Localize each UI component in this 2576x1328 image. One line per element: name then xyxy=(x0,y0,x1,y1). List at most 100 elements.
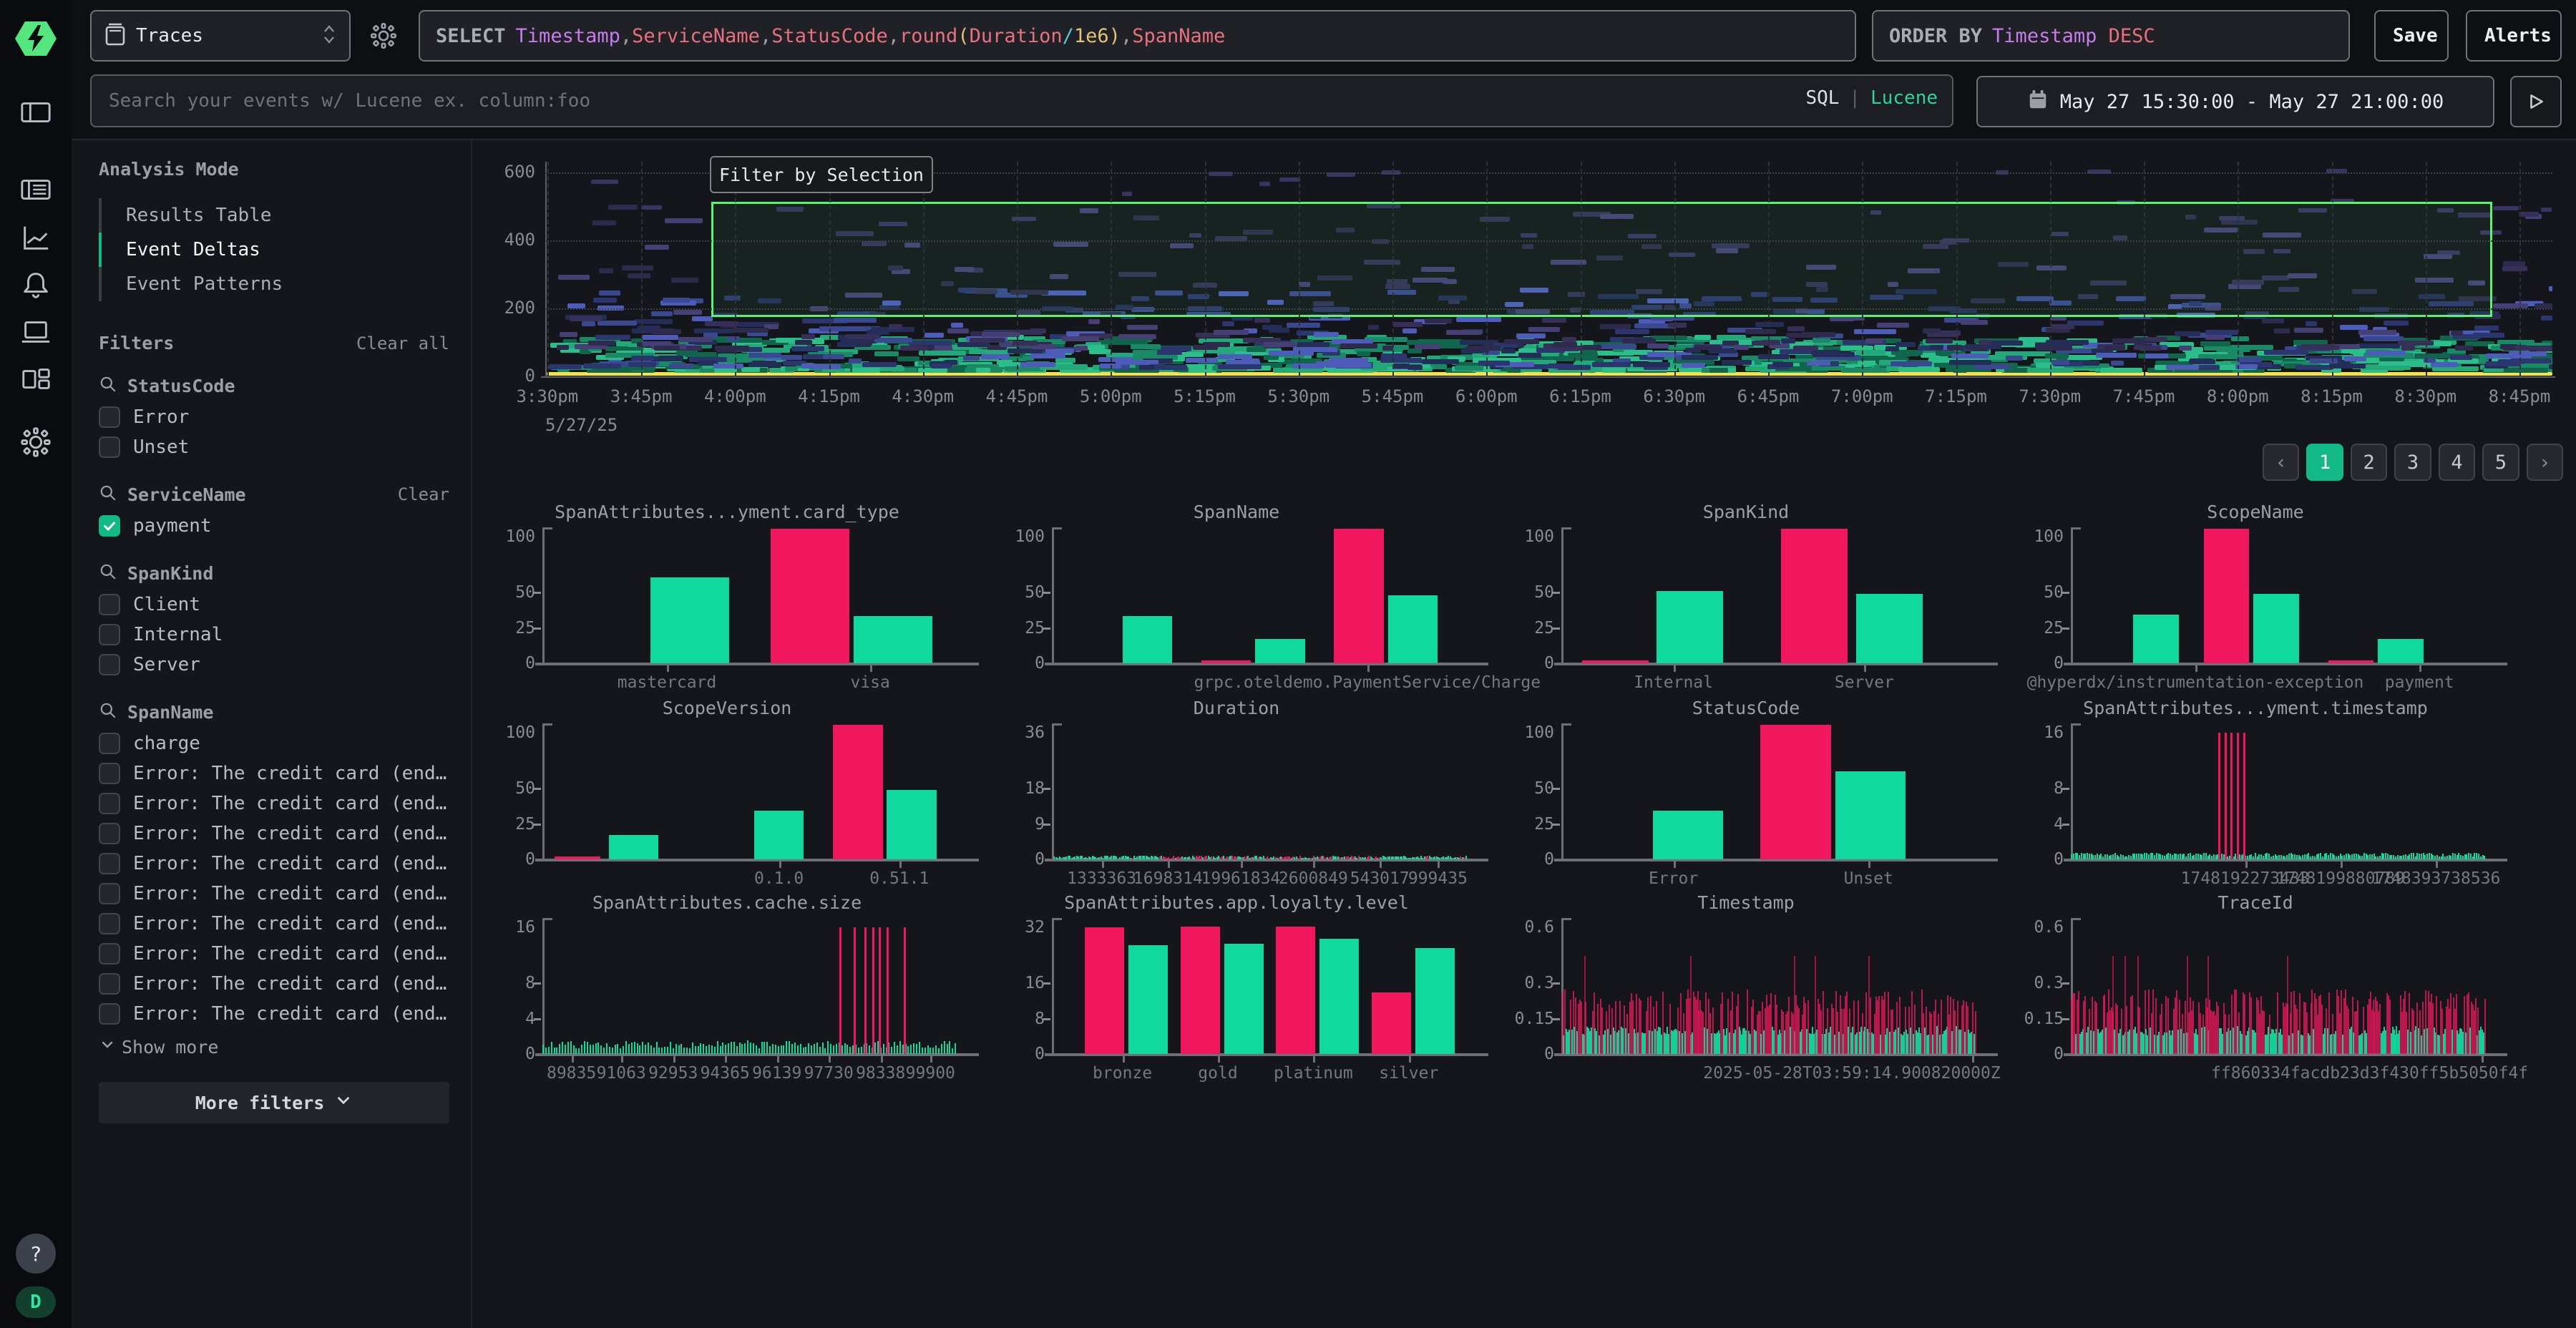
noise-bar xyxy=(2446,856,2448,859)
spike-red xyxy=(2207,956,2209,1054)
mini-chart-timestamp: Timestamp0.60.30.1502025-05-28T03:59:14.… xyxy=(1496,892,1996,1084)
pagination-page-4[interactable]: 4 xyxy=(2439,444,2475,481)
checkbox[interactable] xyxy=(99,883,120,904)
filter-option[interactable]: Internal xyxy=(99,620,449,650)
checkbox[interactable] xyxy=(99,1003,120,1025)
bar-red xyxy=(1181,927,1220,1054)
noise-bar xyxy=(2250,854,2252,859)
filter-option[interactable]: Error xyxy=(99,402,449,432)
x-tick-label: 4:15pm xyxy=(798,386,860,406)
bar-green xyxy=(887,790,937,859)
sessions-icon[interactable] xyxy=(19,315,53,349)
filter-option[interactable]: Client xyxy=(99,590,449,620)
logs-icon[interactable] xyxy=(19,173,53,208)
filter-option[interactable]: Error: The credit card (end… xyxy=(99,969,449,999)
filter-groups: StatusCodeErrorUnsetServiceNameClearpaym… xyxy=(99,375,449,1029)
pagination-page-5[interactable]: 5 xyxy=(2482,444,2519,481)
pagination-page-3[interactable]: 3 xyxy=(2394,444,2431,481)
noise-bar xyxy=(2298,855,2300,859)
analysis-mode-item-event-deltas[interactable]: Event Deltas xyxy=(99,233,449,267)
filter-option[interactable]: Error: The credit card (end… xyxy=(99,999,449,1029)
filter-option[interactable]: Server xyxy=(99,650,449,680)
heatmap-cell xyxy=(1139,365,1155,370)
checkbox[interactable] xyxy=(99,733,120,754)
alerts-bell-icon[interactable] xyxy=(19,268,53,302)
save-button[interactable]: Save xyxy=(2374,10,2449,62)
checkbox[interactable] xyxy=(99,943,120,965)
y-tick-mark xyxy=(1043,1018,1050,1020)
search-input[interactable] xyxy=(90,74,1953,127)
order-by-input[interactable]: ORDER BYTimestamp DESC xyxy=(1872,10,2350,62)
user-avatar[interactable]: D xyxy=(16,1286,56,1318)
pagination-next-button[interactable]: › xyxy=(2527,444,2563,481)
checkbox[interactable] xyxy=(99,654,120,675)
help-icon[interactable]: ? xyxy=(16,1234,56,1274)
heatmap-cell xyxy=(2361,365,2411,370)
panel-toggle-icon[interactable] xyxy=(19,96,53,130)
events-heatmap-chart[interactable] xyxy=(545,162,2552,376)
filter-option[interactable]: Error: The credit card (end… xyxy=(99,758,449,788)
lucene-toggle[interactable]: Lucene xyxy=(1870,87,1938,109)
filter-option[interactable]: charge xyxy=(99,728,449,758)
noise-bar xyxy=(2302,855,2303,859)
analysis-mode-item-results-table[interactable]: Results Table xyxy=(99,198,449,233)
sql-select-input[interactable]: SELECTTimestamp,ServiceName,StatusCode,r… xyxy=(419,10,1856,62)
checkbox[interactable] xyxy=(99,913,120,934)
filter-option[interactable]: Error: The credit card (end… xyxy=(99,879,449,909)
settings-gear-icon[interactable] xyxy=(19,425,53,459)
checkbox[interactable] xyxy=(99,436,120,458)
checkbox[interactable] xyxy=(99,973,120,995)
filter-option[interactable]: Error: The credit card (end… xyxy=(99,909,449,939)
y-tick-label: 32 xyxy=(995,918,1045,937)
sql-toggle[interactable]: SQL xyxy=(1805,87,1839,109)
checkbox-checked[interactable] xyxy=(99,515,120,537)
filter-option-label: Internal xyxy=(133,624,223,645)
filter-option[interactable]: Error: The credit card (end… xyxy=(99,788,449,819)
filter-option[interactable]: Error: The credit card (end… xyxy=(99,819,449,849)
filter-option[interactable]: payment xyxy=(99,511,449,541)
source-select[interactable]: Traces xyxy=(90,10,351,62)
filter-by-selection-tooltip[interactable]: Filter by Selection xyxy=(710,156,933,193)
more-filters-button[interactable]: More filters xyxy=(99,1082,449,1123)
checkbox[interactable] xyxy=(99,594,120,615)
heatmap-cell xyxy=(947,328,969,333)
chart-icon[interactable] xyxy=(19,220,53,255)
y-tick-label: 0 xyxy=(2014,654,2064,673)
checkbox[interactable] xyxy=(99,406,120,428)
date-range-picker[interactable]: May 27 15:30:00 - May 27 21:00:00 xyxy=(1976,76,2494,127)
alerts-button[interactable]: Alerts xyxy=(2466,10,2562,62)
show-more-link[interactable]: Show more xyxy=(99,1036,449,1058)
checkbox[interactable] xyxy=(99,793,120,814)
gridline-vertical xyxy=(641,162,643,376)
services-icon[interactable] xyxy=(19,362,53,396)
heatmap-cell xyxy=(1340,343,1377,348)
pagination-prev-button[interactable]: ‹ xyxy=(2263,444,2299,481)
y-tick-label: 0.15 xyxy=(2014,1010,2064,1028)
pagination-page-2[interactable]: 2 xyxy=(2351,444,2387,481)
hyperdx-logo[interactable] xyxy=(14,19,58,59)
checkbox[interactable] xyxy=(99,853,120,874)
filter-clear-link[interactable]: Clear xyxy=(398,484,449,504)
noise-bar xyxy=(2452,853,2454,859)
noise-bar xyxy=(2458,853,2459,859)
filter-option[interactable]: Unset xyxy=(99,432,449,462)
heatmap-cell xyxy=(2340,325,2368,330)
filter-option[interactable]: Error: The credit card (end… xyxy=(99,849,449,879)
query-token: round xyxy=(899,25,957,47)
time-selection-overlay[interactable] xyxy=(711,202,2492,317)
filter-option[interactable]: Error: The credit card (end… xyxy=(99,939,449,969)
pagination-page-1[interactable]: 1 xyxy=(2306,444,2343,481)
run-query-button[interactable] xyxy=(2510,76,2562,127)
heatmap-cell xyxy=(570,316,602,321)
checkbox[interactable] xyxy=(99,624,120,645)
noise-bar xyxy=(2099,855,2100,859)
x-axis-line xyxy=(541,376,2555,378)
noise-bar xyxy=(2253,856,2254,860)
checkbox[interactable] xyxy=(99,823,120,844)
checkbox[interactable] xyxy=(99,763,120,784)
source-settings-gear-icon[interactable] xyxy=(366,19,401,53)
clear-all-link[interactable]: Clear all xyxy=(356,333,449,353)
analysis-mode-item-event-patterns[interactable]: Event Patterns xyxy=(99,267,449,301)
noise-bar xyxy=(1975,1011,1976,1054)
noise-bar xyxy=(2330,853,2331,859)
